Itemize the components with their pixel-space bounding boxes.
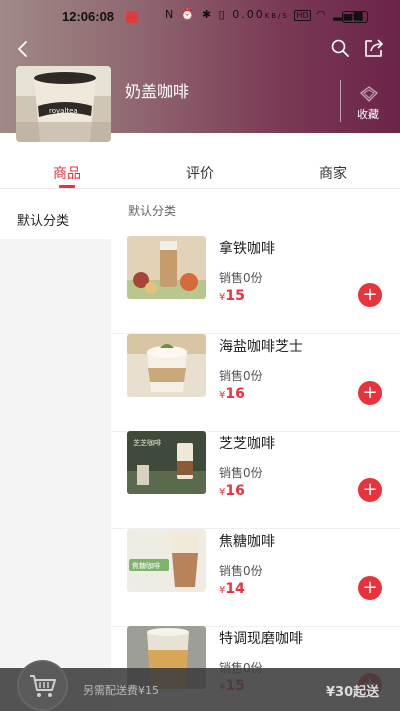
product-price: ¥14 bbox=[219, 581, 245, 597]
nfc-icon: N bbox=[165, 8, 176, 21]
favorite-icon[interactable] bbox=[360, 86, 378, 102]
notification-icon bbox=[126, 11, 138, 23]
product-image: 焦糖咖啡 bbox=[127, 529, 206, 592]
status-bar: 12:06:08 N ⏰ ✱ ▯ 0.00KB/S HD ◠ ▂▄▆ 81 bbox=[0, 0, 400, 34]
product-name: 芝芝咖啡 bbox=[219, 436, 275, 452]
hd-icon: HD bbox=[294, 10, 311, 21]
divider bbox=[340, 80, 341, 122]
bluetooth-icon: ✱ bbox=[201, 8, 214, 21]
status-icons: N ⏰ ✱ ▯ 0.00KB/S HD ◠ ▂▄▆ bbox=[165, 8, 365, 21]
store-image-text: royaltea bbox=[49, 107, 78, 115]
min-order-text: ¥30起送 bbox=[326, 685, 380, 700]
product-item-sea-salt-cheese[interactable]: 海盐咖啡芝士 销售0份 ¥16 + bbox=[111, 334, 400, 432]
share-icon[interactable] bbox=[363, 37, 385, 59]
store-name: 奶盖咖啡 bbox=[125, 82, 190, 101]
tab-reviews[interactable]: 评价 bbox=[186, 163, 214, 183]
product-price: ¥15 bbox=[219, 288, 245, 304]
add-to-cart-button[interactable]: + bbox=[358, 381, 382, 405]
product-sales: 销售0份 bbox=[219, 369, 263, 383]
battery-icon: 81 bbox=[342, 11, 368, 23]
sidebar-item-default[interactable]: 默认分类 bbox=[0, 189, 111, 239]
tab-products[interactable]: 商品 bbox=[53, 163, 81, 183]
product-list: 默认分类 拿铁咖啡 销售0份 ¥15 + 海盐咖啡芝士 销售0份 ¥16 + 芝… bbox=[111, 188, 400, 711]
product-image bbox=[127, 334, 206, 397]
product-item-latte[interactable]: 拿铁咖啡 销售0份 ¥15 + bbox=[111, 236, 400, 334]
product-image bbox=[127, 236, 206, 299]
search-icon[interactable] bbox=[330, 38, 350, 58]
delivery-fee-text: 另需配送费¥15 bbox=[83, 684, 159, 697]
product-image-text: 芝芝咖啡 bbox=[133, 438, 161, 447]
category-title: 默认分类 bbox=[128, 204, 177, 218]
net-speed: 0.00KB/S bbox=[232, 8, 289, 21]
add-to-cart-button[interactable]: + bbox=[358, 576, 382, 600]
status-time: 12:06:08 bbox=[62, 9, 115, 24]
product-image: 芝芝咖啡 bbox=[127, 431, 206, 494]
cart-bar: 另需配送费¥15 ¥30起送 bbox=[0, 660, 400, 711]
vibrate-icon: ▯ bbox=[218, 8, 227, 21]
favorite-button-label[interactable]: 收藏 bbox=[357, 106, 379, 122]
product-name: 海盐咖啡芝士 bbox=[219, 339, 303, 355]
product-sales: 销售0份 bbox=[219, 466, 263, 480]
add-to-cart-button[interactable]: + bbox=[358, 283, 382, 307]
cart-icon bbox=[29, 674, 56, 697]
back-icon[interactable] bbox=[12, 38, 34, 60]
add-to-cart-button[interactable]: + bbox=[358, 478, 382, 502]
product-name: 拿铁咖啡 bbox=[219, 241, 275, 257]
category-sidebar: 默认分类 bbox=[0, 188, 111, 711]
product-name: 焦糖咖啡 bbox=[219, 534, 275, 550]
cart-button[interactable] bbox=[17, 660, 68, 711]
product-name: 特调现磨咖啡 bbox=[219, 631, 303, 647]
tab-merchant[interactable]: 商家 bbox=[319, 163, 347, 183]
product-item-caramel-coffee[interactable]: 焦糖咖啡 焦糖咖啡 销售0份 ¥14 + bbox=[111, 529, 400, 627]
product-item-cheese-coffee[interactable]: 芝芝咖啡 芝芝咖啡 销售0份 ¥16 + bbox=[111, 431, 400, 529]
product-sales: 销售0份 bbox=[219, 564, 263, 578]
wifi-icon: ◠ bbox=[316, 8, 328, 21]
product-price: ¥16 bbox=[219, 386, 245, 402]
store-image: royaltea bbox=[16, 66, 111, 142]
product-image-text: 焦糖咖啡 bbox=[132, 561, 160, 570]
product-sales: 销售0份 bbox=[219, 271, 263, 285]
product-price: ¥16 bbox=[219, 483, 245, 499]
alarm-icon: ⏰ bbox=[180, 8, 197, 21]
